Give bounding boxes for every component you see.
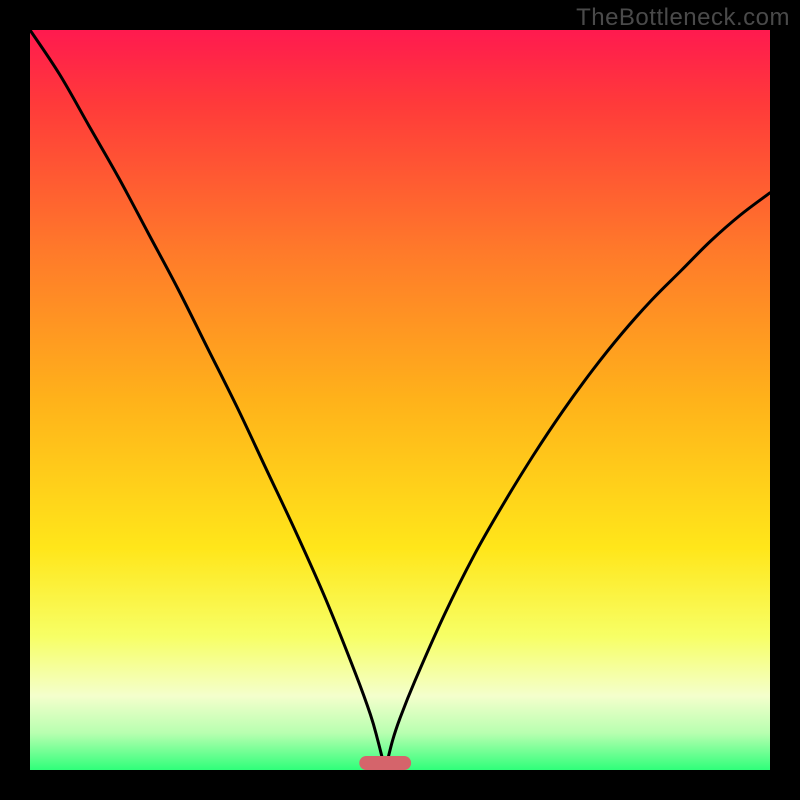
plot-background — [30, 30, 770, 770]
optimum-marker — [359, 756, 411, 770]
watermark-text: TheBottleneck.com — [576, 4, 790, 32]
chart-frame: TheBottleneck.com — [0, 0, 800, 800]
bottleneck-curve-chart — [0, 0, 800, 800]
